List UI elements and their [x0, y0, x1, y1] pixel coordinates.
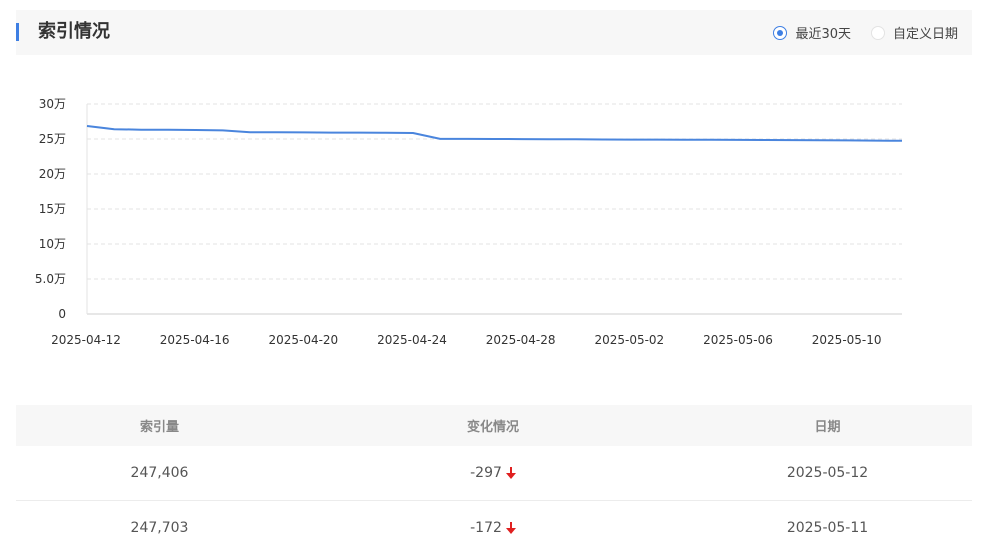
- radio-label: 最近30天: [795, 27, 851, 42]
- x-tick-label: 2025-05-02: [594, 333, 664, 347]
- radio-checked-icon[interactable]: [773, 25, 788, 40]
- arrow-down-icon: [505, 467, 516, 479]
- radio-last-30-days[interactable]: 最近30天: [773, 23, 851, 42]
- change-value: -297: [470, 465, 502, 481]
- change-value: -172: [470, 520, 502, 536]
- y-tick-label: 10万: [39, 237, 66, 251]
- row-date: 2025-05-11: [786, 520, 869, 536]
- header-change: 变化情况: [466, 420, 519, 435]
- row-count: 247,406: [130, 465, 189, 481]
- x-tick-label: 2025-04-24: [377, 333, 447, 347]
- x-tick-label: 2025-04-28: [486, 333, 556, 347]
- y-tick-label: 25万: [39, 132, 66, 146]
- table-row: 247,703 -172 2025-05-11: [16, 501, 972, 541]
- arrow-down-icon: [505, 522, 516, 534]
- table-row: 247,406 -297 2025-05-12: [16, 446, 972, 501]
- radio-label: 自定义日期: [892, 27, 958, 42]
- y-tick-label: 5.0万: [35, 272, 66, 286]
- row-change: -297: [303, 465, 683, 481]
- table-header: 索引量 变化情况 日期: [16, 405, 972, 446]
- index-table: 索引量 变化情况 日期 247,406 -297 2025-05-12 247,…: [16, 405, 972, 541]
- x-tick-label: 2025-04-20: [268, 333, 338, 347]
- y-tick-label: 20万: [39, 167, 66, 181]
- radio-custom-date[interactable]: 自定义日期: [870, 23, 958, 42]
- row-count: 247,703: [130, 520, 189, 536]
- x-tick-label: 2025-04-12: [51, 333, 121, 347]
- radio-unchecked-icon[interactable]: [870, 25, 885, 40]
- row-date: 2025-05-12: [786, 465, 869, 481]
- y-tick-label: 0: [58, 307, 66, 321]
- x-tick-label: 2025-05-06: [703, 333, 773, 347]
- row-change: -172: [303, 520, 683, 536]
- y-tick-label: 30万: [39, 97, 66, 111]
- date-range-selector: 最近30天 自定义日期: [753, 23, 958, 42]
- title-accent-bar: [16, 23, 19, 41]
- x-tick-label: 2025-04-16: [160, 333, 230, 347]
- x-tick-label: 2025-05-10: [812, 333, 882, 347]
- page-title: 索引情况: [38, 21, 110, 42]
- index-status-header: 索引情况 最近30天 自定义日期: [16, 10, 972, 55]
- index-trend-chart: 0 5.0万 10万 15万 20万 25万 30万 2025-04-12 2025-04-1…: [35, 97, 903, 347]
- header-count: 索引量: [139, 420, 179, 435]
- header-date: 日期: [814, 420, 841, 435]
- y-tick-label: 15万: [39, 202, 66, 216]
